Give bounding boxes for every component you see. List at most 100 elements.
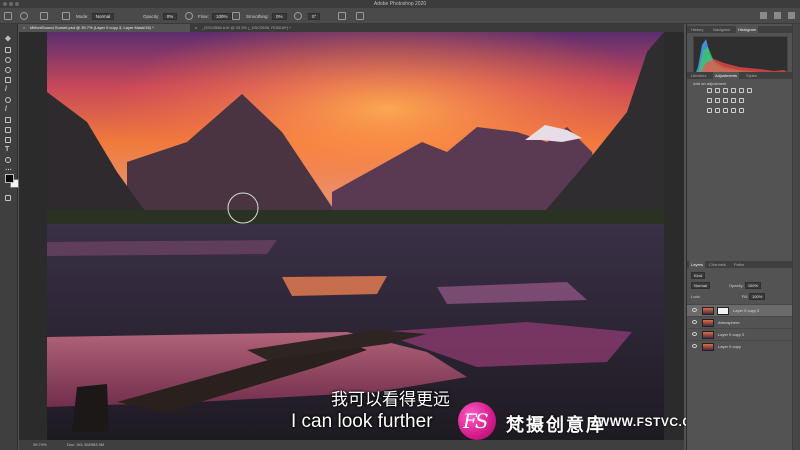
- kind-filter-dropdown[interactable]: Kind: [691, 272, 706, 279]
- workspace-icon[interactable]: [774, 12, 781, 19]
- smoothing-settings-icon[interactable]: [294, 12, 302, 20]
- gradient-tool-icon[interactable]: [3, 136, 15, 144]
- foreground-color-swatch[interactable]: [5, 174, 14, 183]
- clone-stamp-icon[interactable]: [3, 116, 15, 124]
- flow-field[interactable]: 100%: [212, 13, 232, 20]
- tab-navigator[interactable]: Navigator: [711, 26, 732, 33]
- smoothing-field[interactable]: 0%: [272, 13, 287, 20]
- layer-fill-field[interactable]: 100%: [749, 293, 766, 300]
- quick-select-tool-icon[interactable]: [3, 66, 15, 74]
- visibility-eye-icon[interactable]: [692, 332, 697, 336]
- brush-settings-icon[interactable]: [40, 12, 48, 20]
- crop-tool-icon[interactable]: [3, 76, 15, 84]
- pressure-opacity-icon[interactable]: [185, 12, 193, 20]
- hue-saturation-icon[interactable]: [747, 88, 752, 93]
- brush-panel-icon[interactable]: [62, 12, 70, 20]
- maximize-window-icon[interactable]: [15, 2, 19, 6]
- selective-color-icon[interactable]: [739, 108, 744, 113]
- close-tab-icon[interactable]: ×: [195, 24, 197, 32]
- layer-row[interactable]: Layer 0 copy 2: [687, 328, 793, 340]
- minimize-window-icon[interactable]: [9, 2, 13, 6]
- document-image[interactable]: [47, 32, 664, 440]
- threshold-icon[interactable]: [723, 108, 728, 113]
- visibility-eye-icon[interactable]: [692, 308, 697, 312]
- home-icon[interactable]: [4, 12, 12, 20]
- type-tool-icon[interactable]: T: [3, 146, 15, 154]
- tab-history[interactable]: History: [689, 26, 705, 33]
- color-lookup-icon[interactable]: [739, 98, 744, 103]
- layer-name: Layer 0 copy 2: [718, 332, 745, 337]
- more-tools-icon[interactable]: …: [3, 165, 15, 173]
- tab-histogram[interactable]: Histogram: [736, 26, 759, 33]
- invert-icon[interactable]: [707, 108, 712, 113]
- color-balance-icon[interactable]: [707, 98, 712, 103]
- layer-row[interactable]: Layer 0 copy: [687, 340, 793, 352]
- gradient-map-icon[interactable]: [731, 108, 736, 113]
- tab-adjustments[interactable]: Adjustments: [713, 72, 740, 79]
- layer-mask-thumbnail[interactable]: [717, 307, 729, 315]
- move-tool-icon[interactable]: ✥: [3, 36, 15, 44]
- tab-layers[interactable]: Layers: [689, 261, 706, 268]
- visibility-eye-icon[interactable]: [692, 320, 697, 324]
- lasso-tool-icon[interactable]: [3, 56, 15, 64]
- curves-icon[interactable]: [723, 88, 728, 93]
- canvas-area[interactable]: [19, 32, 684, 440]
- marquee-tool-icon[interactable]: [3, 46, 15, 54]
- layer-row[interactable]: Layer 0 copy 3: [687, 304, 793, 316]
- tool-options-bar: Mode: Normal Opacity: 0% Flow: 100% Smoo…: [0, 8, 800, 24]
- posterize-icon[interactable]: [715, 108, 720, 113]
- tab-dsc0598[interactable]: × _DSC0598-6.tif @ 33.3% (_DSC0598, RGB/…: [192, 24, 342, 32]
- airbrush-icon[interactable]: [232, 12, 240, 20]
- tab-libraries[interactable]: Libraries: [689, 72, 708, 79]
- opacity-field[interactable]: 0%: [162, 13, 178, 20]
- pressure-size-icon[interactable]: [338, 12, 346, 20]
- blend-mode-dropdown[interactable]: Normal: [691, 282, 710, 289]
- symmetry-icon[interactable]: [356, 12, 364, 20]
- layer-row[interactable]: Atmosphere: [687, 316, 793, 328]
- close-window-icon[interactable]: [3, 2, 7, 6]
- subtitle-chinese: 我可以看得更远: [331, 390, 450, 410]
- share-icon[interactable]: [788, 12, 795, 19]
- window-controls[interactable]: [3, 2, 19, 6]
- eraser-tool-icon[interactable]: [3, 126, 15, 134]
- visibility-eye-icon[interactable]: [692, 344, 697, 348]
- layer-opacity-field[interactable]: 100%: [744, 282, 762, 289]
- exposure-icon[interactable]: [731, 88, 736, 93]
- mode-dropdown[interactable]: Normal: [91, 13, 115, 20]
- angle-field[interactable]: 0°: [308, 13, 321, 20]
- layer-name: Layer 0 copy: [718, 344, 741, 349]
- photo-filter-icon[interactable]: [723, 98, 728, 103]
- milford-sound-photo: [47, 32, 664, 440]
- layers-panel-tabs: Layers Channels Paths: [687, 261, 793, 268]
- flow-control[interactable]: Flow: 100%: [198, 13, 232, 20]
- channel-mixer-icon[interactable]: [731, 98, 736, 103]
- lock-row: Lock: Fill: 100%: [691, 293, 766, 300]
- document-size[interactable]: Doc: 341.3M/983.9M: [67, 440, 104, 450]
- zoom-level[interactable]: 39.74%: [33, 440, 47, 450]
- layer-filter[interactable]: Kind: [691, 272, 706, 279]
- document-tab-bar: × MilfordSound-Sunset.psd @ 39.7% (Layer…: [20, 24, 684, 32]
- black-white-icon[interactable]: [715, 98, 720, 103]
- right-panel-dock: History Navigator Histogram Libraries Ad…: [686, 24, 800, 450]
- tab-channels[interactable]: Channels: [707, 261, 728, 268]
- opacity-control[interactable]: Opacity: 0%: [143, 13, 178, 20]
- angle-control[interactable]: 0°: [306, 13, 321, 20]
- mode-control[interactable]: Mode: Normal: [76, 13, 115, 20]
- vibrance-icon[interactable]: [739, 88, 744, 93]
- close-tab-icon[interactable]: ×: [23, 24, 25, 32]
- search-icon[interactable]: [760, 12, 767, 19]
- brush-preset-icon[interactable]: [20, 12, 28, 20]
- brush-tool-icon[interactable]: /: [3, 106, 15, 114]
- eyedropper-tool-icon[interactable]: /: [3, 86, 15, 94]
- subtitle-english: I can look further: [291, 411, 433, 432]
- adjustments-panel-tabs: Libraries Adjustments Styles: [687, 72, 793, 79]
- hand-tool-icon[interactable]: [3, 156, 15, 164]
- tab-milfordsound[interactable]: × MilfordSound-Sunset.psd @ 39.7% (Layer…: [20, 24, 190, 32]
- healing-brush-icon[interactable]: [3, 96, 15, 104]
- tab-paths[interactable]: Paths: [732, 261, 746, 268]
- levels-icon[interactable]: [715, 88, 720, 93]
- tab-styles[interactable]: Styles: [744, 72, 759, 79]
- smoothing-control[interactable]: Smoothing: 0%: [246, 13, 287, 20]
- quick-mask-icon[interactable]: [3, 194, 15, 202]
- brightness-contrast-icon[interactable]: [707, 88, 712, 93]
